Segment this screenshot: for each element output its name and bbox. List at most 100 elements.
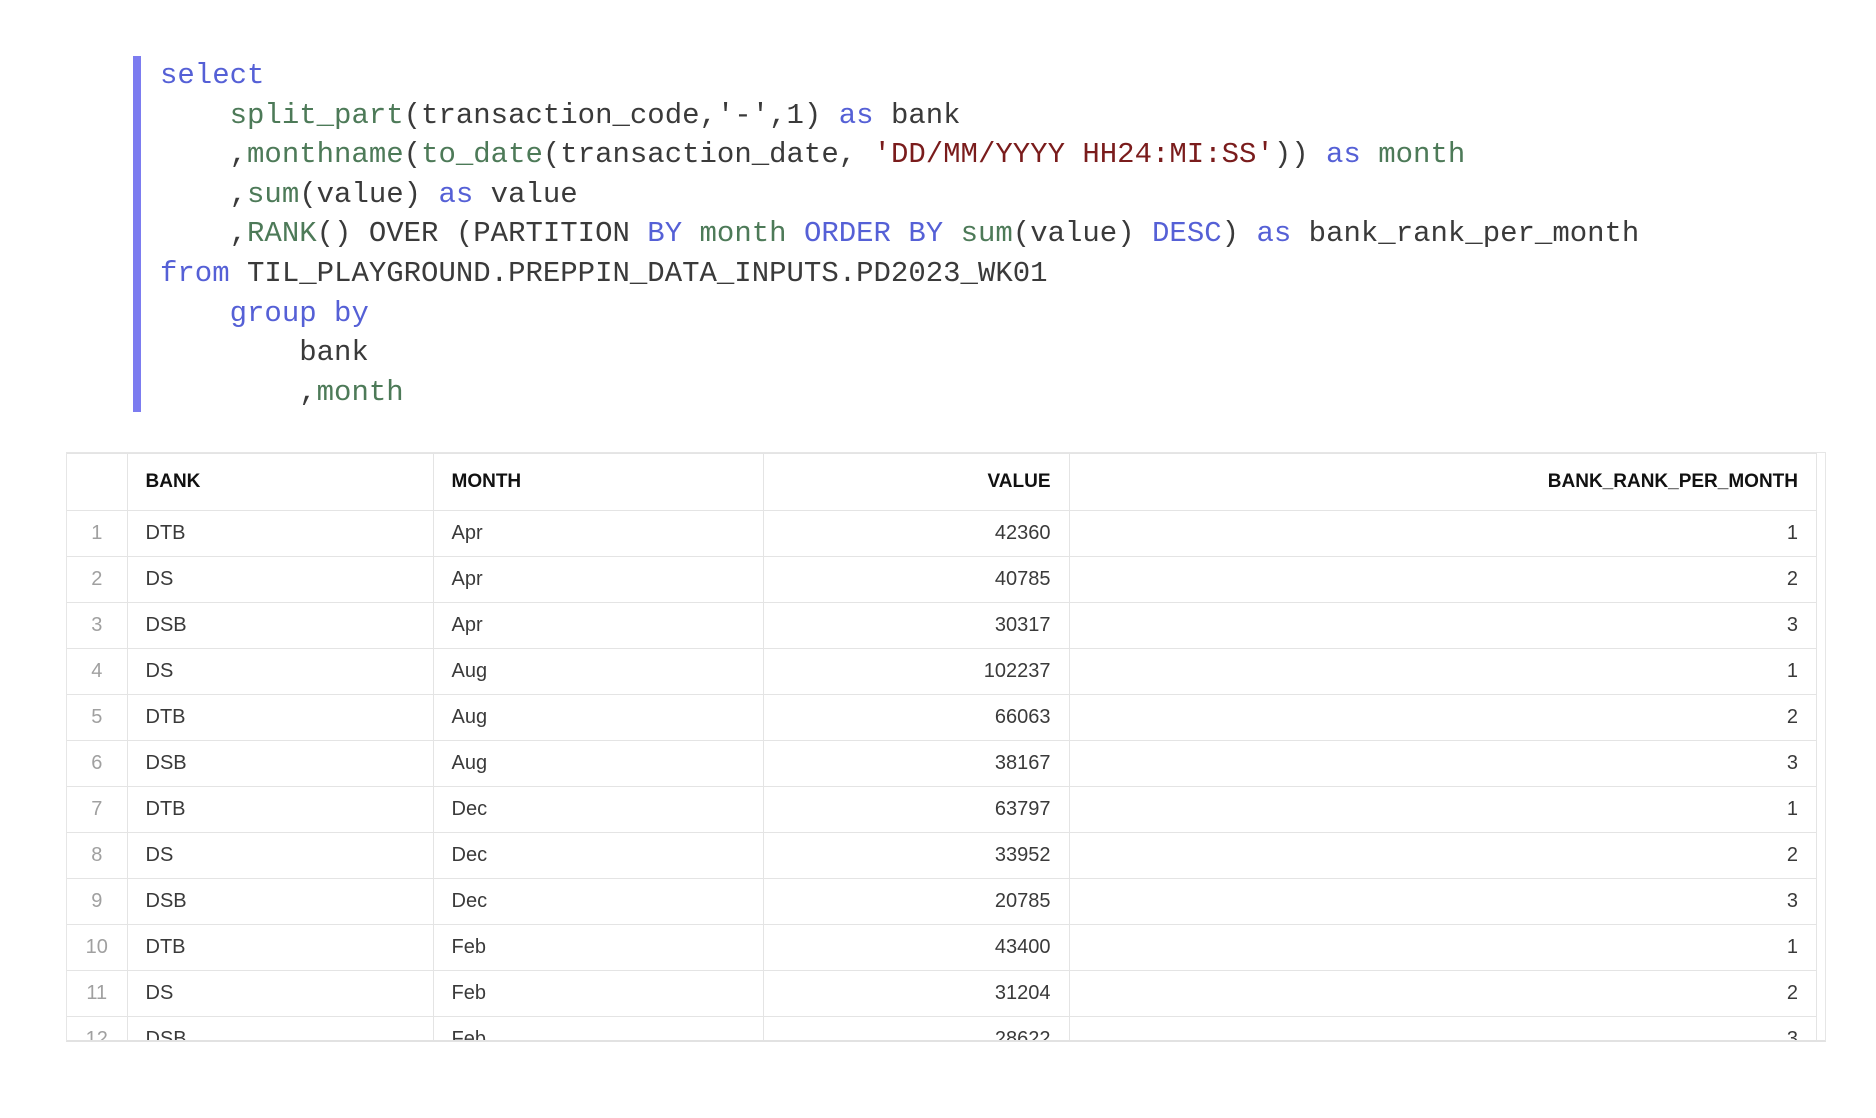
code-token: select — [160, 59, 265, 92]
code-token: )) — [1273, 138, 1327, 172]
cell-month[interactable]: Feb — [432, 924, 764, 971]
cell-month[interactable]: Feb — [432, 970, 764, 1017]
cell-value[interactable]: 66063 — [762, 694, 1070, 741]
cell-value[interactable]: 43400 — [762, 924, 1070, 971]
table-row[interactable]: 3 DSB Apr 30317 3 — [67, 602, 1817, 649]
code-token: sum — [960, 217, 1013, 251]
cell-bank[interactable]: DS — [126, 832, 434, 879]
cell-value[interactable]: 40785 — [762, 556, 1070, 603]
table-row[interactable]: 8 DS Dec 33952 2 — [67, 832, 1817, 879]
code-line: group by — [160, 294, 1639, 334]
cell-bank-rank[interactable]: 3 — [1068, 602, 1817, 649]
cell-bank-rank[interactable]: 3 — [1068, 878, 1817, 925]
cell-month[interactable]: Apr — [432, 602, 764, 649]
table-row[interactable]: 5 DTB Aug 66063 2 — [67, 694, 1817, 741]
sql-code[interactable]: select split_part(transaction_code,'-',1… — [160, 56, 1639, 412]
cell-bank-rank[interactable]: 1 — [1068, 786, 1817, 833]
cell-value[interactable]: 102237 — [762, 648, 1070, 695]
cell-value[interactable]: 20785 — [762, 878, 1070, 925]
table-row[interactable]: 9 DSB Dec 20785 3 — [67, 878, 1817, 925]
row-number: 12 — [67, 1016, 128, 1040]
code-line: ,RANK() OVER (PARTITION BY month ORDER B… — [160, 214, 1640, 254]
cell-bank[interactable]: DTB — [126, 786, 434, 833]
cell-bank[interactable]: DTB — [126, 510, 434, 557]
row-number: 4 — [67, 648, 128, 695]
cell-bank[interactable]: DS — [126, 648, 434, 695]
code-token: split_part — [229, 98, 404, 132]
cell-bank-rank[interactable]: 2 — [1068, 556, 1817, 603]
cell-bank-rank[interactable]: 1 — [1068, 510, 1817, 557]
table-row[interactable]: 11 DS Feb 31204 2 — [67, 970, 1817, 1017]
cell-bank[interactable]: DTB — [126, 924, 434, 971]
table-row[interactable]: 4 DS Aug 102237 1 — [67, 648, 1817, 695]
table-row[interactable]: 2 DS Apr 40785 2 — [67, 556, 1817, 603]
cell-value[interactable]: 28622 — [762, 1016, 1070, 1040]
code-line: from TIL_PLAYGROUND.PREPPIN_DATA_INPUTS.… — [160, 254, 1639, 294]
table-row[interactable]: 10 DTB Feb 43400 1 — [67, 924, 1817, 971]
cell-bank[interactable]: DSB — [126, 740, 434, 787]
sql-editor[interactable]: select split_part(transaction_code,'-',1… — [133, 56, 1833, 412]
code-token: month — [316, 375, 404, 409]
code-token: (transaction_date, — [542, 138, 874, 172]
column-header-value[interactable]: VALUE — [762, 453, 1070, 511]
row-number: 9 — [67, 878, 128, 925]
table-row[interactable]: 6 DSB Aug 38167 3 — [67, 740, 1817, 787]
cell-bank[interactable]: DSB — [126, 602, 434, 649]
cell-bank-rank[interactable]: 2 — [1068, 970, 1817, 1017]
code-token: , — [160, 177, 248, 211]
cell-bank-rank[interactable]: 1 — [1068, 648, 1817, 695]
code-token: from — [160, 256, 230, 290]
code-line: bank — [160, 333, 1639, 373]
row-number: 6 — [67, 740, 128, 787]
cell-month[interactable]: Feb — [432, 1016, 764, 1040]
code-line: ,sum(value) as value — [160, 175, 1639, 215]
row-number: 5 — [67, 694, 128, 741]
column-header-bank-rank-per-month[interactable]: BANK_RANK_PER_MONTH — [1068, 453, 1817, 511]
cell-value[interactable]: 33952 — [762, 832, 1070, 879]
cell-value[interactable]: 31204 — [762, 970, 1070, 1017]
cell-bank[interactable]: DS — [126, 556, 434, 603]
table-row[interactable]: 12 DSB Feb 28622 3 — [67, 1016, 1817, 1040]
code-token: as — [838, 98, 874, 132]
code-token: , — [160, 217, 248, 251]
code-token: (transaction_code,'-',1) — [403, 98, 839, 132]
code-token: monthname — [247, 138, 404, 172]
row-number: 1 — [67, 510, 128, 557]
cell-month[interactable]: Aug — [432, 740, 764, 787]
code-token: RANK — [247, 217, 317, 251]
code-token: 'DD/MM/YYYY HH24:MI:SS' — [873, 138, 1274, 172]
table-header-row: BANK MONTH VALUE BANK_RANK_PER_MONTH — [67, 453, 1817, 511]
cell-bank[interactable]: DS — [126, 970, 434, 1017]
code-token: () OVER (PARTITION — [316, 217, 648, 251]
table-row[interactable]: 1 DTB Apr 42360 1 — [67, 510, 1817, 557]
cell-bank-rank[interactable]: 2 — [1068, 832, 1817, 879]
cell-value[interactable]: 30317 — [762, 602, 1070, 649]
cell-value[interactable]: 42360 — [762, 510, 1070, 557]
cell-month[interactable]: Apr — [432, 556, 764, 603]
row-number: 7 — [67, 786, 128, 833]
code-token: month — [1360, 138, 1466, 172]
cell-month[interactable]: Apr — [432, 510, 764, 557]
cell-month[interactable]: Aug — [432, 694, 764, 741]
cell-month[interactable]: Dec — [432, 786, 764, 833]
cell-month[interactable]: Dec — [432, 878, 764, 925]
cell-value[interactable]: 38167 — [762, 740, 1070, 787]
code-block-accent-bar — [133, 56, 141, 412]
cell-bank[interactable]: DSB — [126, 878, 434, 925]
cell-bank[interactable]: DTB — [126, 694, 434, 741]
cell-bank-rank[interactable]: 3 — [1068, 1016, 1817, 1040]
table-row[interactable]: 7 DTB Dec 63797 1 — [67, 786, 1817, 833]
code-line: split_part(transaction_code,'-',1) as ba… — [160, 96, 1639, 136]
cell-bank[interactable]: DSB — [126, 1016, 434, 1040]
cell-bank-rank[interactable]: 3 — [1068, 740, 1817, 787]
results-table[interactable]: BANK MONTH VALUE BANK_RANK_PER_MONTH 1 DT… — [66, 452, 1826, 1042]
column-header-month[interactable]: MONTH — [432, 453, 764, 511]
cell-bank-rank[interactable]: 2 — [1068, 694, 1817, 741]
cell-month[interactable]: Aug — [432, 648, 764, 695]
column-header-bank[interactable]: BANK — [126, 453, 434, 511]
cell-month[interactable]: Dec — [432, 832, 764, 879]
row-number: 11 — [67, 970, 128, 1017]
cell-value[interactable]: 63797 — [762, 786, 1070, 833]
cell-bank-rank[interactable]: 1 — [1068, 924, 1817, 971]
